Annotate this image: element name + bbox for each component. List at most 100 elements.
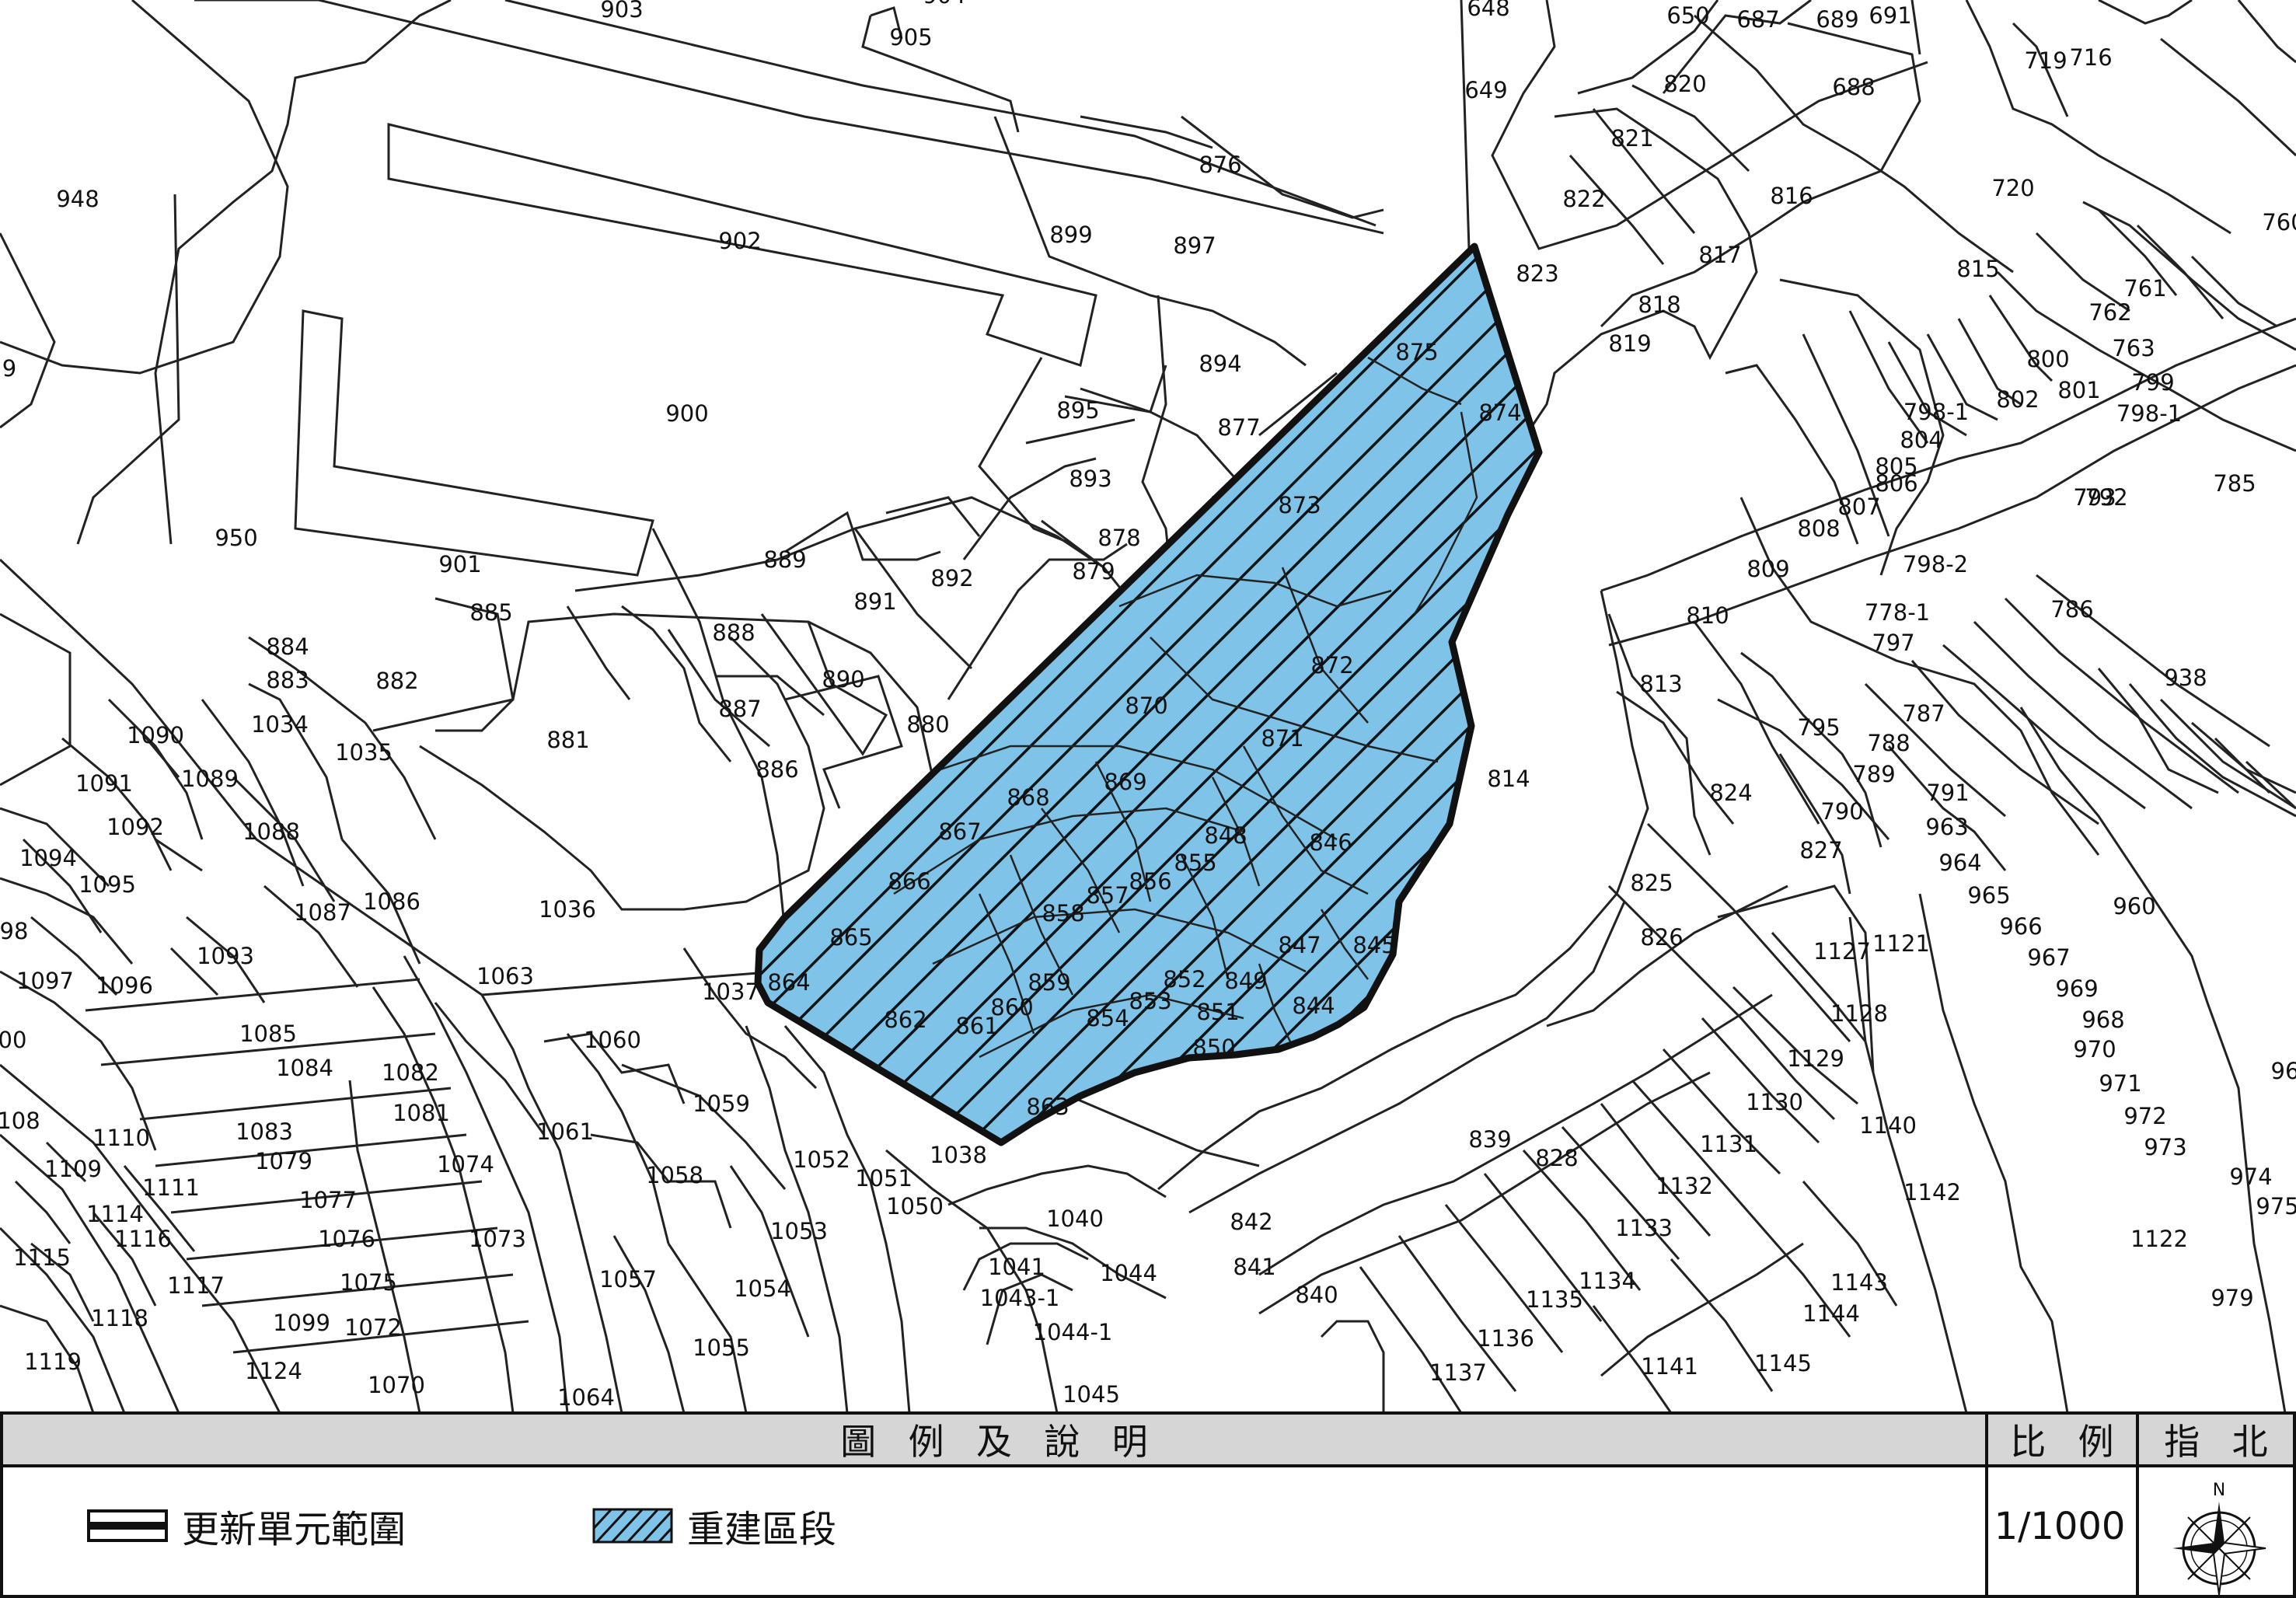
parcel-label: 761 [2123,275,2166,302]
parcel-label: 799 [2131,369,2174,396]
parcel-label: 798-1 [1903,399,1969,425]
scale-title: 比例 [1985,1411,2139,1467]
parcel-label: 1076 [318,1226,375,1252]
parcel-label: 1115 [13,1244,71,1271]
parcel-label: 1124 [245,1358,302,1384]
parcel-label: 1085 [239,1021,297,1047]
parcel-label: 1091 [75,770,133,797]
parcel-label: 795 [1797,714,1840,741]
parcel-label: 963 [1925,814,1968,840]
parcel-label: 1145 [1754,1350,1812,1376]
parcel-label: 862 [884,1007,926,1033]
parcel-label: 886 [755,756,798,783]
parcel-label: 1081 [393,1100,450,1126]
parcel-label: 1109 [44,1156,102,1182]
north-letter: N [2213,1481,2225,1500]
parcel-label: 821 [1610,125,1653,152]
parcel-label: 1041 [988,1254,1045,1280]
parcel-label: 1038 [930,1142,987,1168]
parcel-label: 96 [2271,1058,2296,1084]
parcel-label: 1094 [19,845,77,871]
parcel-label: 856 [1129,868,1171,895]
hatch-line [1533,246,1539,1143]
parcel-label: 807 [1837,494,1880,520]
parcel-label: 872 [1310,652,1353,679]
parcel-label: 841 [1233,1254,1275,1280]
parcel-label: 791 [1926,780,1969,806]
parcel-label: 787 [1902,700,1945,727]
parcel-label: 857 [1086,882,1129,909]
parcel-label: 891 [853,588,896,615]
parcel-label: 967 [2027,944,2070,971]
parcel-label: 1144 [1802,1300,1860,1327]
parcel-label: 882 [375,668,418,694]
parcel-label: 1141 [1641,1353,1698,1380]
parcel-label: 871 [1261,725,1303,752]
parcel-label: 820 [1663,71,1706,97]
parcel-label: 1095 [79,871,136,898]
parcel-label: 813 [1639,671,1682,697]
parcel-label: 687 [1736,6,1779,33]
parcel-label: 823 [1516,260,1558,287]
parcel-label: 884 [266,633,309,660]
north-title: 指北 [2136,1411,2296,1467]
parcel-label: 1057 [599,1266,657,1293]
parcel-label: 950 [215,525,257,551]
legend-item-rebuild: 重建區段 [592,1499,836,1553]
rebuild-zone [754,233,2296,1166]
legend-label-rebuild: 重建區段 [687,1508,837,1551]
parcel-label: 798-2 [1903,551,1968,577]
parcel-label: 844 [1292,993,1335,1019]
parcel-label: 1133 [1615,1215,1673,1241]
parcel-label: 688 [1832,74,1875,100]
parcel-label: 887 [718,696,761,722]
parcel-label: 760 [2262,209,2296,236]
parcel-label: 788 [1867,730,1910,756]
parcel-label: 1083 [236,1118,293,1145]
parcel-label: 650 [1666,2,1709,29]
parcel-label: 892 [930,565,973,591]
parcel-label: 810 [1686,602,1729,629]
parcel-label: 1037 [702,979,759,1005]
parcel-label: 9 [2,355,16,382]
parcel-label: 1053 [770,1218,828,1244]
parcel-label: 880 [906,711,949,738]
parcel-label: 801 [2057,377,2100,403]
parcel-label: 814 [1487,766,1530,792]
parcel-label: 1086 [363,888,420,915]
parcel-label: 964 [1938,850,1981,876]
parcel-label: 1058 [646,1162,703,1188]
parcel-label: 849 [1224,968,1267,994]
parcel-label: 1077 [299,1187,357,1213]
parcel-label: 1121 [1872,930,1930,957]
parcel-label: 789 [1852,761,1895,787]
parcel-label: 1131 [1700,1131,1757,1157]
parcel-label: 1074 [437,1151,494,1178]
parcel-label: 1119 [24,1349,82,1375]
parcel-label: 798-1 [2116,400,2182,427]
parcel-label: 1044 [1100,1260,1157,1286]
parcel-label: 1084 [276,1055,333,1081]
parcel-label: 689 [1816,6,1858,33]
parcel-label: 786 [2050,596,2093,623]
parcel-label: 98 [0,918,28,944]
parcel-label: 648 [1467,0,1509,21]
parcel-label: 719 [2024,47,2067,74]
parcel-label: 895 [1056,397,1099,424]
parcel-label: 971 [2099,1070,2141,1097]
parcel-label: 858 [1042,900,1084,926]
parcel-label: 877 [1217,414,1260,441]
parcel-label: 802 [1996,386,2039,413]
parcel-label: 1122 [2130,1226,2188,1252]
parcel-label: 806 [1875,470,1917,497]
parcel-label: 847 [1278,932,1321,958]
parcel-label: 1060 [584,1027,641,1053]
parcel-label: 840 [1295,1282,1338,1308]
hatch-line [1576,233,2296,1166]
parcel-label: 1114 [86,1201,144,1227]
parcel-label: 973 [2144,1134,2186,1160]
parcel-label: 899 [1049,222,1092,248]
parcel-label: 839 [1468,1126,1511,1153]
parcel-label: 1064 [557,1384,615,1411]
parcel-label: 1079 [255,1148,312,1174]
